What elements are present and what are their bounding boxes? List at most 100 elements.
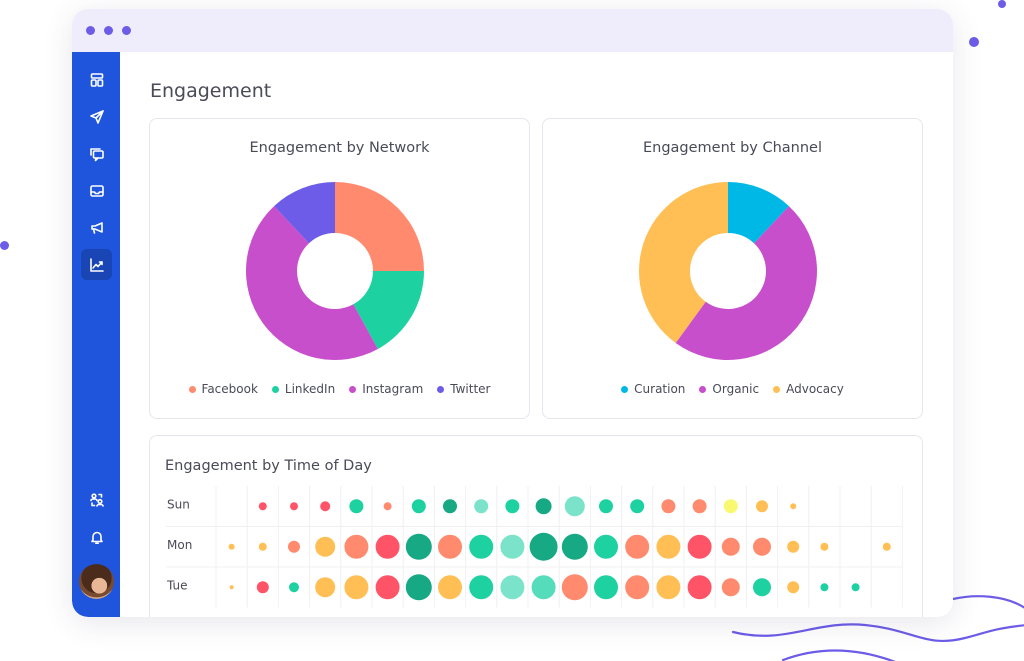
bubble-tue-0[interactable] [229,585,234,590]
bubble-sun-4[interactable] [349,499,364,514]
bubble-mon-8[interactable] [469,534,494,559]
bubble-mon-2[interactable] [288,540,300,553]
bubble-sun-10[interactable] [535,498,552,515]
bubble-tue-7[interactable] [438,575,462,600]
send-icon [89,109,104,124]
bubble-tue-16[interactable] [721,578,740,597]
bubble-tue-4[interactable] [344,575,369,600]
bubble-tue-12[interactable] [594,575,618,600]
bubble-sun-2[interactable] [290,502,298,511]
bubble-tue-13[interactable] [625,575,650,600]
time-of-day-chart-card: Engagement by Time of Day Sun Mon Tue [149,435,923,617]
bubble-mon-7[interactable] [438,534,462,559]
sidebar-item-campaigns[interactable] [81,212,112,243]
bubble-tue-18[interactable] [787,581,800,594]
user-avatar[interactable] [79,564,114,599]
bubble-tue-11[interactable] [561,574,588,601]
bubble-mon-10[interactable] [529,532,558,561]
bubble-tue-1[interactable] [256,581,269,594]
bubble-tue-9[interactable] [500,575,525,600]
bubble-mon-6[interactable] [405,533,432,560]
bubble-sun-11[interactable] [564,496,585,517]
bubble-mon-14[interactable] [656,534,681,559]
window-control-dot[interactable] [122,26,131,35]
legend-item-advocacy[interactable]: Advocacy [773,382,844,396]
inbox-icon [89,184,104,197]
bubble-sun-9[interactable] [505,499,520,514]
bubble-sun-5[interactable] [383,502,392,511]
legend-item-organic[interactable]: Organic [699,382,759,396]
bubble-mon-11[interactable] [561,533,588,560]
bubble-tue-3[interactable] [315,577,336,598]
bubble-sun-1[interactable] [258,502,267,511]
row-label: Mon [167,538,192,552]
sidebar [72,52,120,617]
legend-item-twitter[interactable]: Twitter [437,382,490,396]
legend-item-curation[interactable]: Curation [621,382,685,396]
bubble-sun-16[interactable] [723,499,738,514]
sidebar-item-switch-users[interactable] [81,484,112,515]
legend-label: Advocacy [786,382,844,396]
bubble-sun-8[interactable] [474,499,489,514]
legend-label: Twitter [450,382,491,396]
bubble-sun-3[interactable] [320,501,331,512]
bubble-sun-12[interactable] [599,499,613,514]
channel-chart-card: Engagement by Channel Curation Organic Adv… [542,118,923,419]
chart-title: Engagement by Network [249,140,430,156]
bubble-mon-5[interactable] [375,534,400,559]
bubble-mon-1[interactable] [258,542,267,551]
legend-label: LinkedIn [284,382,336,396]
legend-item-facebook[interactable]: Facebook [188,382,258,396]
app-window: Engagement Engagement by Network Faceboo… [72,9,953,617]
bubble-tue-17[interactable] [753,578,771,597]
bubble-sun-6[interactable] [411,499,426,514]
bubble-mon-9[interactable] [500,534,525,559]
bubble-sun-14[interactable] [661,499,676,514]
donut-slice-facebook[interactable] [335,182,424,271]
legend-item-instagram[interactable]: Instagram [349,382,423,396]
bubble-mon-13[interactable] [625,534,650,559]
sidebar-item-messages[interactable] [81,138,112,169]
bubble-tue-15[interactable] [687,575,712,600]
bubble-mon-4[interactable] [344,534,369,559]
bubble-mon-21[interactable] [882,542,891,551]
legend-dot-icon [437,385,445,393]
bubble-tue-19[interactable] [820,583,829,592]
main-content: Engagement Engagement by Network Faceboo… [120,52,953,617]
sidebar-item-analytics[interactable] [81,249,112,280]
decorative-dot [969,37,979,47]
bubble-tue-10[interactable] [531,575,556,600]
bubble-sun-13[interactable] [630,499,645,514]
window-control-dot[interactable] [104,26,113,35]
bubble-sun-18[interactable] [790,503,797,510]
bubble-mon-0[interactable] [228,543,235,550]
bubble-tue-8[interactable] [469,575,494,600]
network-chart-card: Engagement by Network Facebook LinkedIn In… [149,118,530,419]
bubble-tue-20[interactable] [851,583,860,592]
bubble-mon-18[interactable] [787,540,800,553]
bubble-tue-6[interactable] [405,574,432,601]
legend-dot-icon [699,385,707,393]
chart-legend: Curation Organic Advocacy [543,382,922,396]
bubble-tue-2[interactable] [289,582,299,593]
bubble-mon-12[interactable] [594,534,618,559]
bubble-tue-14[interactable] [656,575,681,600]
channel-donut-chart [639,182,818,361]
bubble-sun-7[interactable] [443,499,457,514]
bubble-mon-3[interactable] [315,536,336,557]
legend-item-linkedin[interactable]: LinkedIn [271,382,336,396]
bubble-sun-17[interactable] [756,500,768,513]
bubble-mon-17[interactable] [753,537,771,556]
bubble-sun-15[interactable] [692,499,707,514]
sidebar-item-notifications[interactable] [81,521,112,552]
bubble-mon-16[interactable] [721,537,740,556]
sidebar-item-publish[interactable] [81,101,112,132]
users-switch-icon [89,492,104,507]
sidebar-item-inbox[interactable] [81,175,112,206]
bubble-mon-15[interactable] [687,534,712,559]
decorative-dot [0,241,9,250]
bubble-tue-5[interactable] [375,575,400,600]
bubble-mon-19[interactable] [820,542,829,551]
window-control-dot[interactable] [86,26,95,35]
sidebar-item-dashboard[interactable] [81,64,112,95]
